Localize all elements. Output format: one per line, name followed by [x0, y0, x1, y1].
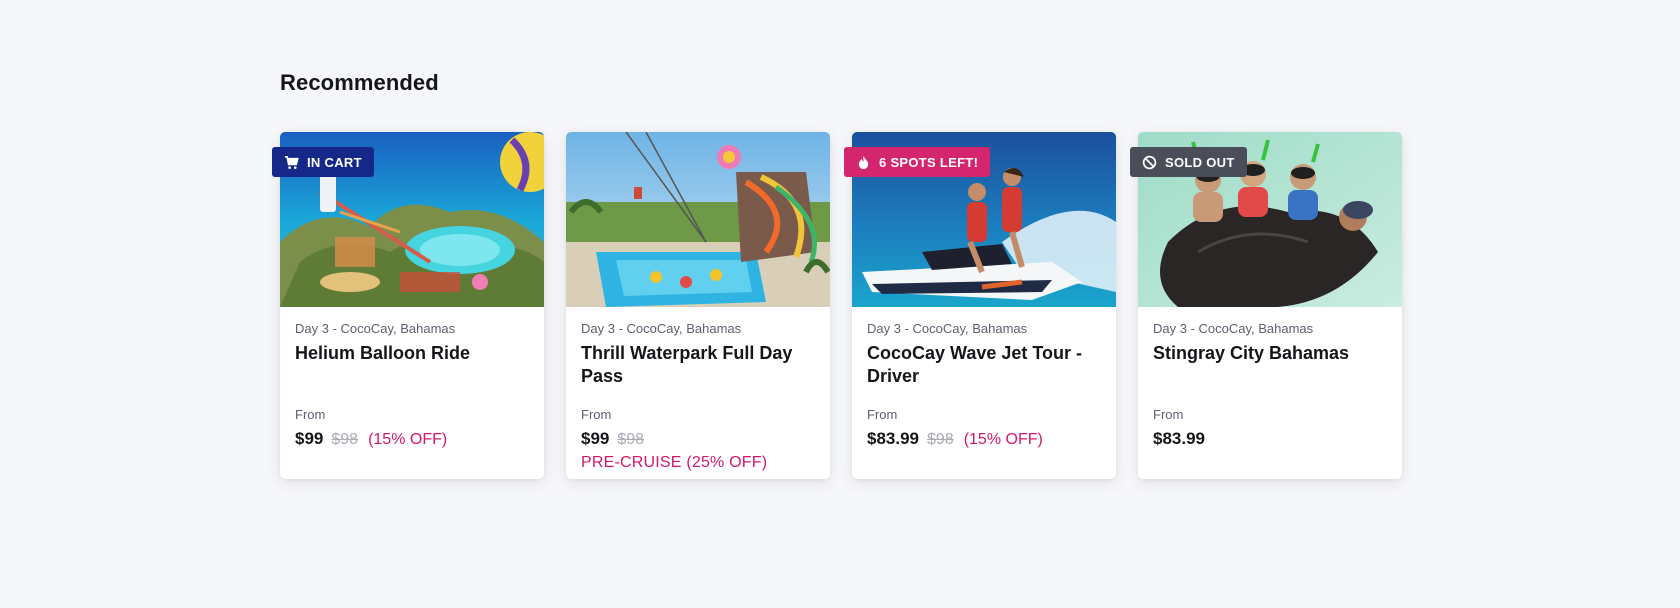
price-row: $99 $98 [581, 429, 815, 451]
activity-card-thrill-waterpark[interactable]: Day 3 - CocoCay, Bahamas Thrill Waterpar… [566, 132, 830, 479]
badge-label: 6 SPOTS LEFT! [879, 154, 979, 170]
activity-card-wave-jet-tour[interactable]: 6 SPOTS LEFT! Day 3 - CocoCay, Bahamas C… [844, 132, 1116, 479]
current-price: $99 [295, 429, 324, 448]
current-price: $99 [581, 429, 610, 448]
original-price: $98 [617, 431, 645, 448]
in-cart-badge: IN CART [272, 147, 374, 177]
card-title[interactable]: CocoCay Wave Jet Tour - Driver [867, 342, 1101, 388]
ban-icon [1142, 155, 1157, 170]
waterpark-image [566, 132, 830, 307]
from-label: From [295, 407, 326, 422]
precruise-discount-label: PRE-CRUISE (25% OFF) [581, 454, 768, 471]
current-price: $83.99 [867, 429, 919, 448]
card-location: Day 3 - CocoCay, Bahamas [1153, 321, 1314, 336]
price-row: $99 $98 (15% OFF) [295, 429, 529, 451]
card-title[interactable]: Thrill Waterpark Full Day Pass [581, 342, 815, 388]
spots-left-badge: 6 SPOTS LEFT! [844, 147, 991, 177]
flame-icon [856, 155, 871, 170]
price-row: $83.99 [1153, 429, 1387, 451]
from-label: From [867, 407, 898, 422]
card-list: IN CART Day 3 - CocoCay, Bahamas Helium … [272, 132, 1402, 479]
card-title[interactable]: Stingray City Bahamas [1153, 342, 1387, 388]
from-label: From [581, 407, 612, 422]
card-location: Day 3 - CocoCay, Bahamas [867, 321, 1028, 336]
current-price: $83.99 [1153, 429, 1205, 448]
activity-card-helium-balloon[interactable]: IN CART Day 3 - CocoCay, Bahamas Helium … [272, 132, 544, 479]
original-price: $98 [927, 431, 954, 448]
card-location: Day 3 - CocoCay, Bahamas [295, 321, 456, 336]
discount-label: (15% OFF) [368, 431, 448, 448]
cart-icon [284, 155, 299, 170]
activity-card-stingray-city[interactable]: SOLD OUT Day 3 - CocoCay, Bahamas Stingr… [1130, 132, 1402, 479]
card-location: Day 3 - CocoCay, Bahamas [581, 321, 742, 336]
from-label: From [1153, 407, 1184, 422]
discount-label: (15% OFF) [963, 431, 1043, 448]
card-title[interactable]: Helium Balloon Ride [295, 342, 529, 388]
price-row: $83.99 $98 (15% OFF) [867, 429, 1101, 451]
badge-label: IN CART [307, 154, 362, 170]
recommended-section: Recommended IN CART Day 3 - CocoCay, Bah… [272, 68, 1402, 479]
sold-out-badge: SOLD OUT [1130, 147, 1247, 177]
badge-label: SOLD OUT [1165, 154, 1235, 170]
card-image [566, 132, 830, 307]
section-title: Recommended [280, 70, 439, 95]
original-price: $98 [331, 431, 359, 448]
